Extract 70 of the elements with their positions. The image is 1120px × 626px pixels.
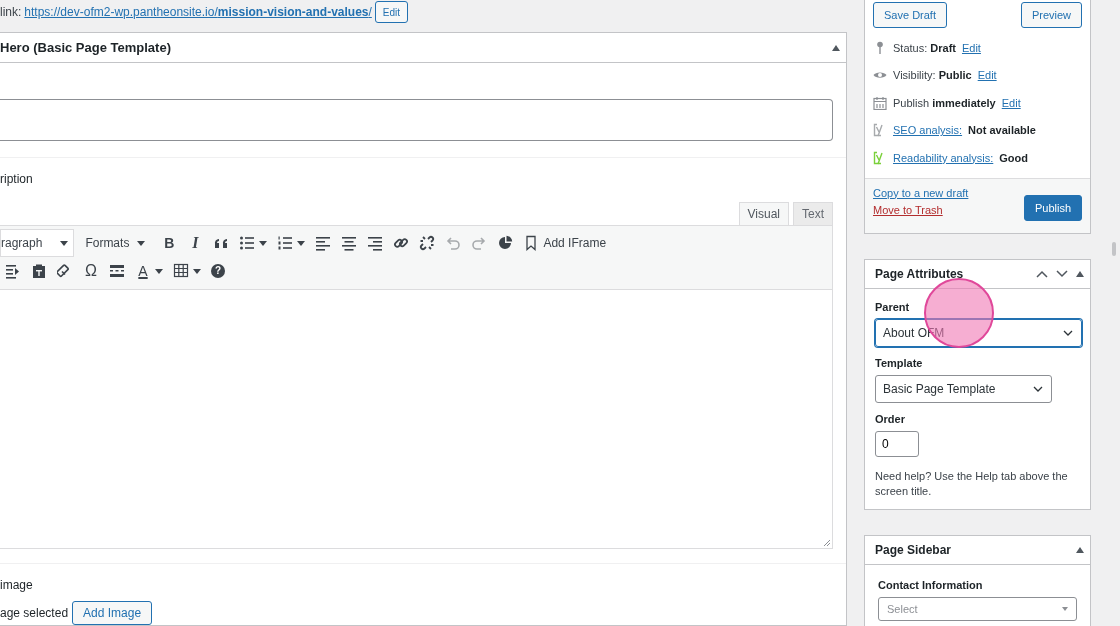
permalink-url[interactable]: https://dev-ofm2-wp.pantheonsite.io/mission-vision-and-values/ [24, 1, 372, 23]
image-status-text: age selected [0, 606, 69, 620]
collapse-arrow-icon [1076, 546, 1084, 553]
copy-draft-link[interactable]: Copy to a new draft [873, 186, 969, 199]
text-color-button[interactable]: A [130, 258, 168, 284]
bold-button[interactable]: B [156, 230, 183, 256]
edit-link[interactable]: Edit [961, 41, 981, 54]
preview-button[interactable]: Preview [1020, 2, 1082, 28]
bullet-list-icon[interactable] [239, 235, 256, 251]
chevron-down-icon [1063, 329, 1073, 336]
calendar-icon [873, 95, 887, 110]
move-down-icon [1056, 269, 1068, 278]
text-area[interactable] [0, 99, 833, 141]
help-text: Need help? Use the Help tab above the screen title. [875, 468, 1069, 499]
panel-title: Hero (Basic Page Template) [0, 40, 171, 55]
field-label: Parent [875, 300, 911, 313]
editor-tab[interactable]: Text [793, 202, 833, 225]
analysis-result: Good [999, 151, 1028, 164]
add-image-button[interactable]: Add Image [72, 601, 153, 625]
italic-button[interactable]: I [182, 230, 209, 256]
field-label: image [0, 578, 34, 592]
link-icon[interactable] [393, 235, 410, 251]
trash-link[interactable]: Move to Trash [873, 203, 969, 216]
field-label: Contact Information [878, 578, 984, 591]
collapse-arrow-icon [832, 44, 840, 51]
field-label: Order [875, 412, 906, 425]
table-grid-icon[interactable] [173, 263, 189, 279]
collapse-arrow-icon [1076, 270, 1084, 277]
box-title: Page Sidebar [875, 542, 953, 557]
broken-link-icon[interactable] [419, 235, 436, 251]
align-center-icon[interactable] [341, 235, 358, 251]
formats-menu[interactable]: Formats [80, 230, 151, 256]
special-character-button[interactable]: Ω [78, 258, 104, 284]
publish-button[interactable]: Publish [1023, 194, 1082, 221]
chevron-down-icon [1033, 385, 1043, 392]
analysis-result: Not available [968, 124, 1036, 137]
analysis-link[interactable]: Readability analysis: [893, 151, 994, 164]
status-text: Status: Draft [893, 41, 956, 54]
status-text: Visibility: Public [893, 69, 972, 82]
align-right-icon[interactable] [367, 235, 384, 251]
edit-link[interactable]: Edit [1001, 96, 1021, 109]
clipboard-icon[interactable] [31, 263, 47, 279]
caret-icon [137, 240, 146, 246]
add-iframe-button[interactable]: Add IFrame [518, 230, 612, 256]
box-title: Page Attributes [875, 266, 965, 281]
status-text: Publish immediately [893, 96, 996, 109]
field-label: ription [0, 172, 34, 186]
contact-select[interactable]: Select [878, 596, 1077, 621]
move-up-icon [1036, 269, 1048, 278]
save-draft-button[interactable]: Save Draft [873, 2, 947, 28]
editor-tab[interactable]: Visual [738, 202, 789, 225]
permalink-label: link: [0, 4, 22, 21]
parent-dropdown[interactable]: About OFM [875, 318, 1082, 347]
caret-icon [60, 240, 69, 246]
field-label: Template [875, 356, 924, 369]
caret-icon [1062, 606, 1068, 611]
help-button[interactable]: ? [206, 258, 230, 284]
template-dropdown[interactable]: Basic Page Template [875, 374, 1052, 403]
pie-chart-icon[interactable] [497, 235, 514, 251]
read-more-icon[interactable] [109, 263, 125, 279]
edit-link[interactable]: Edit [977, 69, 997, 82]
indent-icon[interactable] [5, 263, 21, 279]
scrollbar-thumb[interactable] [1112, 242, 1116, 256]
align-left-icon[interactable] [315, 235, 332, 251]
paragraph-format-dropdown[interactable]: ragraph [0, 229, 75, 257]
edit-button[interactable]: Edit [374, 1, 409, 23]
resize-grip-icon [822, 538, 830, 546]
order-input[interactable]: 0 [875, 430, 919, 457]
numbered-list-icon[interactable] [277, 235, 294, 251]
analysis-link[interactable]: SEO analysis: [893, 124, 963, 137]
